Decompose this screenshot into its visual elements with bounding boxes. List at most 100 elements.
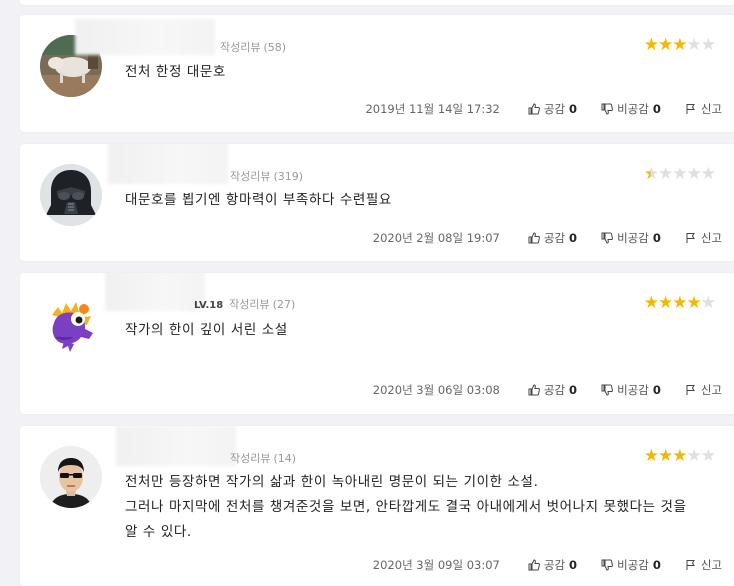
star-full-icon: ★ [643,446,659,466]
dislike-button[interactable]: 비공감 0 [601,230,661,246]
review-meta: LV.18 작성리뷰 (27) [194,296,295,312]
star-full-icon: ★ [672,35,687,55]
report-button[interactable]: 신고 [685,382,722,398]
thumbs-down-icon [601,232,613,244]
blurred-username [75,19,215,55]
like-button[interactable]: 공감 0 [528,230,577,246]
review-text-line: 대문호를 뵙기엔 항마력이 부족하다 수련필요 [125,192,392,208]
star-full-icon: ★ [643,293,659,313]
review-text-line: 알 수 있다. [125,524,192,540]
avatar[interactable] [40,293,102,355]
dislike-count: 0 [652,558,661,572]
purple-dragon-avatar-icon [40,293,102,355]
star-full-icon: ★ [672,446,687,466]
review-date: 2020년 3월 09일 03:07 [372,558,500,572]
thumbs-up-icon [528,232,540,244]
avatar[interactable] [40,446,102,508]
flag-icon [686,560,695,570]
avatar[interactable] [40,164,102,226]
like-count: 0 [569,383,578,397]
thumbs-down-icon [601,103,613,115]
like-button[interactable]: 공감 0 [528,382,577,398]
star-empty-icon: ★ [700,164,716,184]
star-full-icon: ★ [686,293,702,313]
dislike-label: 비공감 [617,231,649,245]
like-count: 0 [569,231,578,245]
level-badge: LV.18 [194,300,224,311]
review-card: 작성리뷰 (14) ★★★★★ 전처만 등장하면 작가의 삶과 한이 녹아내린 명… [20,426,734,586]
dislike-count: 0 [652,102,661,116]
review-count: (14) [273,452,297,465]
thumbs-down-icon [601,559,613,571]
review-text-line: 전처만 등장하면 작가의 삶과 한이 녹아내린 명문이 되는 기이한 소설. [125,474,539,490]
flag-icon [686,233,695,243]
review-meta: 작성리뷰 (14) [230,450,296,466]
dislike-button[interactable]: 비공감 0 [601,101,661,117]
dislike-button[interactable]: 비공감 0 [601,382,661,398]
review-content: 전처만 등장하면 작가의 삶과 한이 녹아내린 명문이 되는 기이한 소설. 그… [125,470,728,545]
review-actions: 2019년 11월 14일 17:32 공감 0 비공감 0 신고 [365,101,722,117]
thumbs-up-icon [528,103,540,115]
thumbs-up-icon [528,559,540,571]
star-half-icon: ★ [643,164,659,184]
like-button[interactable]: 공감 0 [528,557,577,573]
report-label: 신고 [700,383,722,397]
star-full-icon: ★ [658,35,673,55]
review-count: (27) [272,298,296,311]
dislike-button[interactable]: 비공감 0 [601,557,661,573]
star-empty-icon: ★ [672,164,687,184]
review-content: 전처 한정 대문호 [125,60,728,85]
star-rating: ★★★★★ [643,293,716,313]
previous-review-card [20,0,734,5]
review-content: 대문호를 뵙기엔 항마력이 부족하다 수련필요 [125,188,728,213]
blurred-username [108,144,228,184]
star-empty-icon: ★ [686,164,702,184]
darth-vader-avatar-icon [40,164,102,226]
review-count-label: 작성리뷰 [229,298,270,311]
review-date: 2019년 11월 14일 17:32 [365,102,500,116]
like-label: 공감 [543,231,566,245]
like-button[interactable]: 공감 0 [528,101,577,117]
star-rating: ★★★★★ [643,446,716,466]
review-card: 작성리뷰 (58) ★★★★★ 전처 한정 대문호 2019년 11월 14일 1… [20,15,734,132]
dislike-label: 비공감 [617,383,649,397]
star-full-icon: ★ [658,293,673,313]
star-full-icon: ★ [643,35,659,55]
like-count: 0 [569,102,578,116]
thumbs-up-icon [528,384,540,396]
review-date: 2020년 2월 08일 19:07 [372,231,500,245]
review-content: 작가의 한이 깊이 서린 소설 [125,318,728,343]
report-label: 신고 [700,102,722,116]
star-empty-icon: ★ [700,293,716,313]
review-count: (58) [263,41,287,54]
review-meta: 작성리뷰 (319) [230,168,303,184]
like-label: 공감 [543,102,566,116]
flag-icon [686,385,695,395]
star-rating: ★★★★★ [643,164,716,184]
star-empty-icon: ★ [700,446,716,466]
report-label: 신고 [700,231,722,245]
report-button[interactable]: 신고 [685,101,722,117]
review-text-line: 작가의 한이 깊이 서린 소설 [125,322,288,338]
blurred-username [105,273,205,311]
review-date: 2020년 3월 06일 03:08 [372,383,500,397]
dislike-label: 비공감 [617,558,649,572]
review-actions: 2020년 2월 08일 19:07 공감 0 비공감 0 신고 [373,230,722,246]
like-label: 공감 [543,558,566,572]
flag-icon [686,104,695,114]
dislike-count: 0 [652,383,661,397]
star-empty-icon: ★ [658,164,673,184]
review-count-label: 작성리뷰 [230,170,271,183]
review-actions: 2020년 3월 09일 03:07 공감 0 비공감 0 신고 [373,557,722,573]
star-empty-icon: ★ [686,446,702,466]
star-empty-icon: ★ [686,35,702,55]
review-count: (319) [273,170,304,183]
review-text-line: 전처 한정 대문호 [125,64,226,80]
star-rating: ★★★★★ [643,35,716,55]
report-button[interactable]: 신고 [685,230,722,246]
review-meta: 작성리뷰 (58) [220,39,286,55]
blurred-username [116,426,236,466]
report-button[interactable]: 신고 [685,557,722,573]
thumbs-down-icon [601,384,613,396]
dislike-count: 0 [652,231,661,245]
